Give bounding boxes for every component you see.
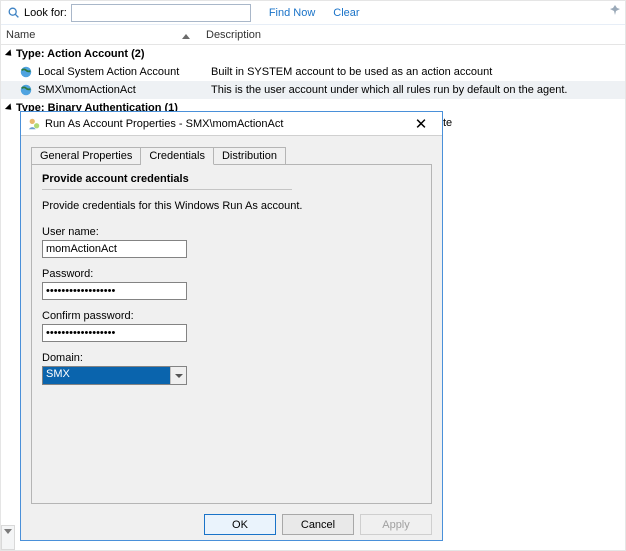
item-description: Built in SYSTEM account to be used as an… bbox=[211, 66, 492, 78]
confirm-password-label: Confirm password: bbox=[42, 310, 421, 322]
search-input[interactable] bbox=[71, 4, 251, 22]
confirm-password-field[interactable] bbox=[42, 324, 187, 342]
column-header-description[interactable]: Description bbox=[196, 29, 261, 41]
tab-general-properties[interactable]: General Properties bbox=[31, 147, 141, 165]
tab-credentials[interactable]: Credentials bbox=[141, 147, 214, 165]
username-field[interactable] bbox=[42, 240, 187, 258]
list-item[interactable]: SMX\momActionAct This is the user accoun… bbox=[1, 81, 625, 99]
domain-label: Domain: bbox=[42, 352, 421, 364]
domain-combobox[interactable]: SMX bbox=[42, 366, 187, 385]
run-as-account-dialog: Run As Account Properties - SMX\momActio… bbox=[20, 111, 443, 541]
close-button[interactable]: ✕ bbox=[406, 115, 436, 133]
password-field[interactable] bbox=[42, 282, 187, 300]
chevron-down-icon bbox=[175, 374, 183, 378]
pin-icon[interactable] bbox=[609, 4, 621, 19]
truncated-text: te bbox=[443, 117, 452, 129]
item-name: SMX\momActionAct bbox=[38, 84, 211, 96]
column-header-row: Name Description bbox=[1, 25, 625, 45]
column-header-name[interactable]: Name bbox=[1, 29, 196, 41]
item-description: This is the user account under which all… bbox=[211, 84, 568, 96]
section-title: Provide account credentials bbox=[42, 173, 292, 190]
expand-icon bbox=[5, 103, 14, 112]
cancel-button[interactable]: Cancel bbox=[282, 514, 354, 535]
sort-ascending-icon bbox=[182, 34, 190, 39]
search-bar: Look for: Find Now Clear bbox=[1, 1, 625, 25]
globe-icon bbox=[19, 83, 33, 97]
search-label: Look for: bbox=[24, 7, 67, 19]
dialog-button-row: OK Cancel Apply bbox=[21, 514, 442, 545]
dropdown-button[interactable] bbox=[170, 367, 186, 384]
group-action-account-label: Type: Action Account (2) bbox=[16, 48, 145, 60]
expand-icon bbox=[5, 49, 14, 58]
find-now-link[interactable]: Find Now bbox=[269, 7, 315, 19]
credentials-panel: Provide account credentials Provide cred… bbox=[31, 164, 432, 504]
tab-strip: General Properties Credentials Distribut… bbox=[31, 146, 432, 164]
tab-distribution[interactable]: Distribution bbox=[214, 147, 286, 165]
password-label: Password: bbox=[42, 268, 421, 280]
username-label: User name: bbox=[42, 226, 421, 238]
scroll-down-button[interactable] bbox=[1, 525, 15, 550]
ok-button[interactable]: OK bbox=[204, 514, 276, 535]
clear-link[interactable]: Clear bbox=[333, 7, 359, 19]
search-icon bbox=[7, 6, 21, 20]
column-header-description-label: Description bbox=[206, 29, 261, 41]
group-action-account[interactable]: Type: Action Account (2) bbox=[1, 45, 625, 63]
account-icon bbox=[27, 117, 41, 131]
column-header-name-label: Name bbox=[6, 29, 35, 41]
item-name: Local System Action Account bbox=[38, 66, 211, 78]
domain-value: SMX bbox=[43, 367, 170, 384]
globe-icon bbox=[19, 65, 33, 79]
chevron-down-icon bbox=[4, 529, 12, 534]
apply-button[interactable]: Apply bbox=[360, 514, 432, 535]
dialog-title: Run As Account Properties - SMX\momActio… bbox=[45, 118, 406, 130]
dialog-titlebar: Run As Account Properties - SMX\momActio… bbox=[21, 112, 442, 136]
section-description: Provide credentials for this Windows Run… bbox=[42, 200, 421, 212]
list-item[interactable]: Local System Action Account Built in SYS… bbox=[1, 63, 625, 81]
